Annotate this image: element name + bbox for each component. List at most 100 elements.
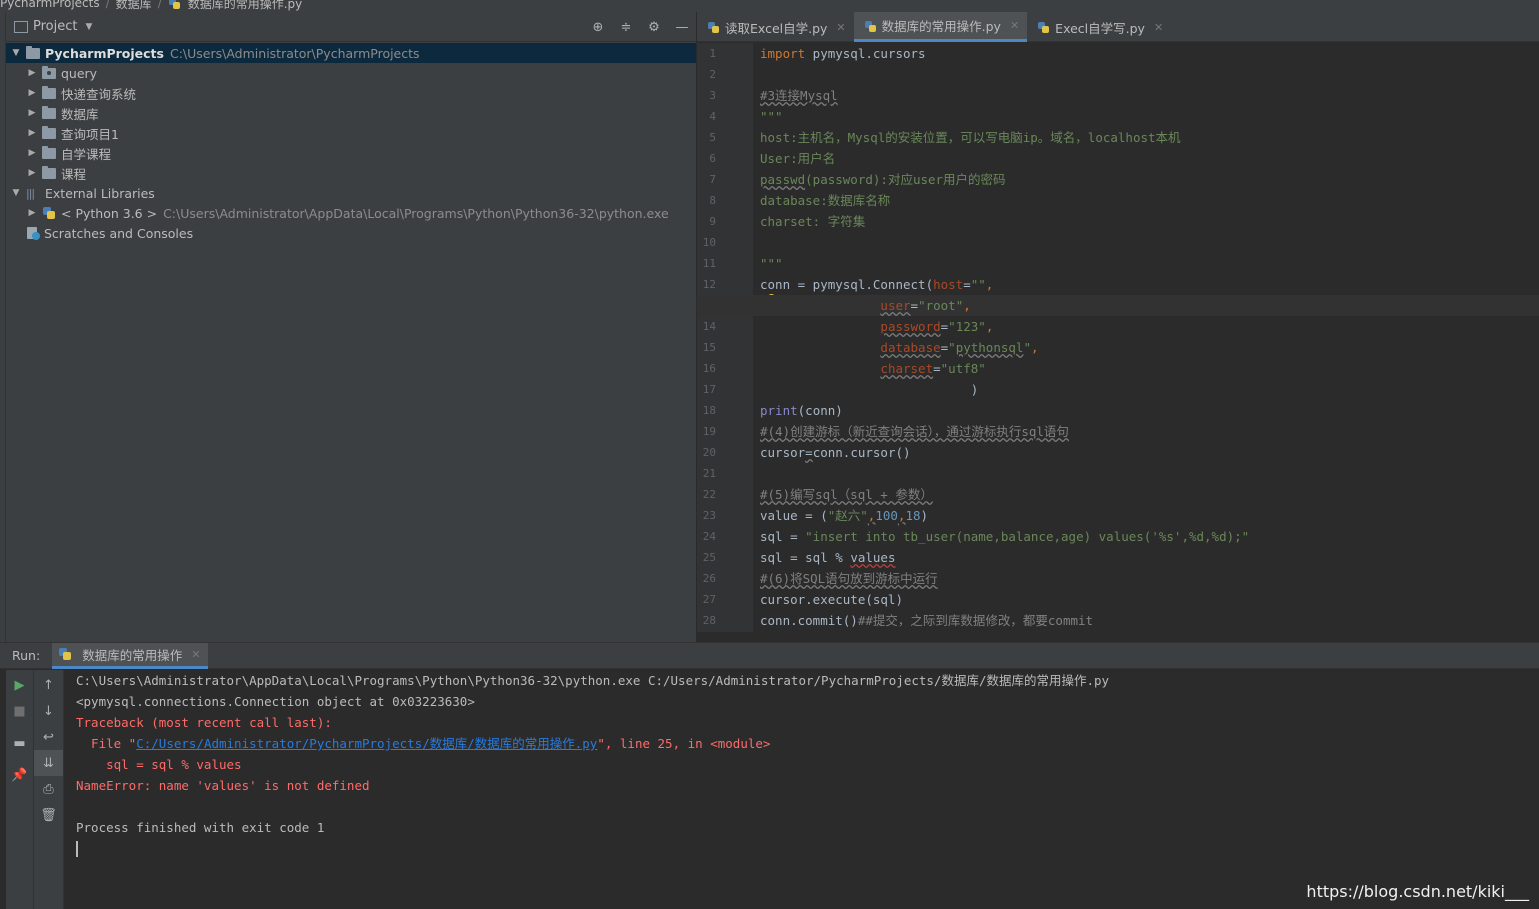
run-panel-header: Run: 数据库的常用操作 ✕ — [0, 642, 1539, 669]
line-number: 18 — [702, 404, 716, 417]
line-number: 7 — [709, 173, 716, 186]
tree-item-folder[interactable]: ▶ 自学课程 — [6, 143, 696, 163]
console-line: <pymysql.connections.Connection object a… — [76, 694, 475, 709]
python-file-icon — [168, 0, 182, 10]
expand-arrow-icon[interactable]: ▶ — [26, 148, 38, 158]
tree-item-folder[interactable]: ▶ 数据库 — [6, 103, 696, 123]
project-view-selector[interactable]: Project — [33, 19, 77, 34]
line-number: 6 — [709, 152, 716, 165]
expand-arrow-icon[interactable]: ▼ — [10, 48, 22, 58]
console-error-line: Traceback (most recent call last): — [76, 715, 332, 730]
expand-arrow-icon[interactable]: ▶ — [26, 208, 38, 218]
expand-arrow-icon[interactable]: ▶ — [26, 168, 38, 178]
run-config-tab[interactable]: 数据库的常用操作 ✕ — [52, 642, 209, 669]
expand-arrow-icon[interactable]: ▶ — [26, 108, 38, 118]
breadcrumb-separator: / — [157, 0, 162, 10]
line-number: 2 — [709, 68, 716, 81]
code-line: sql = sql % values — [760, 550, 896, 565]
scratches-icon — [26, 226, 40, 240]
run-toolbar-right: ↑ ↓ ↩ ⇊ ⎙ 🗑 — [34, 670, 64, 909]
expand-arrow-icon[interactable]: ▼ — [10, 188, 22, 198]
traceback-file-link[interactable]: C:/Users/Administrator/PycharmProjects/数… — [136, 736, 597, 751]
up-arrow-icon[interactable]: ↑ — [34, 672, 63, 698]
trash-icon[interactable]: 🗑 — [34, 802, 63, 828]
code-line: charset: 字符集 — [760, 214, 866, 229]
line-number: 27 — [702, 593, 716, 606]
tree-item-folder[interactable]: ▶ 快递查询系统 — [6, 83, 696, 103]
close-icon[interactable]: ✕ — [1010, 19, 1019, 32]
folder-icon — [26, 45, 40, 59]
tree-item-folder[interactable]: ▶ 查询项目1 — [6, 123, 696, 143]
code-editor[interactable]: 1 2 3 4 5 6 7 8 9 10 11 12 13 14 15 16 1… — [697, 43, 1539, 632]
close-icon[interactable]: ✕ — [1154, 21, 1163, 34]
breadcrumb-item[interactable]: 数据库 — [116, 0, 152, 12]
layout-icon[interactable]: ▬ — [6, 730, 33, 756]
target-icon[interactable]: ⊕ — [590, 20, 606, 35]
code-line: """ — [760, 109, 783, 124]
tree-item-python-sdk[interactable]: ▶ < Python 3.6 > C:\Users\Administrator\… — [6, 203, 696, 223]
line-number: 1 — [709, 47, 716, 60]
down-arrow-icon[interactable]: ↓ — [34, 698, 63, 724]
tree-item-external-libraries[interactable]: ▼ ||| External Libraries — [6, 183, 696, 203]
expand-arrow-icon[interactable]: ▶ — [26, 128, 38, 138]
scroll-end-icon[interactable]: ⇊ — [34, 750, 63, 776]
tree-item-scratches[interactable]: Scratches and Consoles — [6, 223, 696, 243]
close-icon[interactable]: ✕ — [836, 21, 845, 34]
console-output[interactable]: C:\Users\Administrator\AppData\Local\Pro… — [76, 670, 1539, 909]
code-line: """ — [760, 256, 783, 271]
folder-icon — [42, 105, 56, 119]
project-panel-header: Project ▼ ⊕ ≑ ⚙ — — [6, 12, 696, 42]
line-number: 19 — [702, 425, 716, 438]
chevron-down-icon[interactable]: ▼ — [85, 22, 92, 32]
tree-item-folder[interactable]: ▶ 课程 — [6, 163, 696, 183]
print-icon[interactable]: ⎙ — [34, 776, 63, 802]
tab-label: 数据库的常用操作.py — [881, 19, 1001, 34]
code-line: #3连接Mysql — [760, 88, 838, 103]
minimize-icon[interactable]: — — [674, 20, 690, 35]
close-icon[interactable]: ✕ — [191, 648, 200, 661]
tree-item-root[interactable]: ▼ PycharmProjects C:\Users\Administrator… — [6, 43, 696, 63]
breadcrumb-item[interactable]: PycharmProjects — [0, 0, 100, 10]
line-number: 20 — [702, 446, 716, 459]
line-number: 17 — [702, 383, 716, 396]
tree-root-path: C:\Users\Administrator\PycharmProjects — [169, 45, 420, 61]
tree-item-label: 查询项目1 — [61, 126, 119, 142]
line-number: 11 — [702, 257, 716, 270]
run-toolbar-left: ▶ ■ ▬ 📌 — [6, 670, 34, 909]
collapse-all-icon[interactable]: ≑ — [618, 20, 634, 35]
editor-tab[interactable]: Execl自学写.py ✕ — [1027, 12, 1171, 42]
pin-icon[interactable]: 📌 — [6, 762, 33, 788]
code-line: conn = pymysql.Connect(host="", — [760, 277, 994, 292]
tab-label: Execl自学写.py — [1055, 20, 1145, 36]
line-number: 12 — [702, 278, 716, 291]
tab-label: 读取Excel自学.py — [725, 20, 828, 36]
tree-item-folder[interactable]: ▶ query — [6, 63, 696, 83]
gear-icon[interactable]: ⚙ — [646, 20, 662, 35]
editor-tab-active[interactable]: 数据库的常用操作.py ✕ — [853, 12, 1028, 42]
tree-root-label: PycharmProjects — [45, 45, 164, 61]
code-line: database:数据库名称 — [760, 193, 891, 208]
expand-arrow-icon[interactable]: ▶ — [26, 68, 38, 78]
breadcrumb-item[interactable]: 数据库的常用操作.py — [188, 0, 303, 12]
run-panel: Run: 数据库的常用操作 ✕ ▶ ■ ▬ 📌 ↑ ↓ ↩ ⇊ ⎙ 🗑 C:\U… — [0, 642, 1539, 909]
line-number: 5 — [709, 131, 716, 144]
code-line-current: user="root", — [697, 295, 1539, 316]
line-number: 14 — [702, 320, 716, 333]
editor-tab[interactable]: 读取Excel自学.py ✕ — [697, 12, 854, 42]
tree-item-label: query — [61, 65, 98, 81]
line-number: 8 — [709, 194, 716, 207]
tree-item-label: External Libraries — [45, 185, 155, 201]
code-line: #(6)将SQL语句放到游标中运行 — [760, 571, 938, 586]
play-icon[interactable]: ▶ — [6, 672, 33, 698]
breadcrumb-separator: / — [105, 0, 110, 10]
stop-icon[interactable]: ■ — [6, 698, 33, 724]
python-file-icon — [1037, 20, 1051, 34]
expand-arrow-icon[interactable]: ▶ — [26, 88, 38, 98]
tree-item-label: 快递查询系统 — [61, 86, 137, 102]
console-error-line: File "C:/Users/Administrator/PycharmProj… — [76, 736, 771, 751]
soft-wrap-icon[interactable]: ↩ — [34, 724, 63, 750]
code-text: import pymysql.cursors #3连接Mysql """ hos… — [697, 43, 1539, 631]
editor-tabs: 读取Excel自学.py ✕ 数据库的常用操作.py ✕ Execl自学写.py… — [697, 12, 1539, 42]
